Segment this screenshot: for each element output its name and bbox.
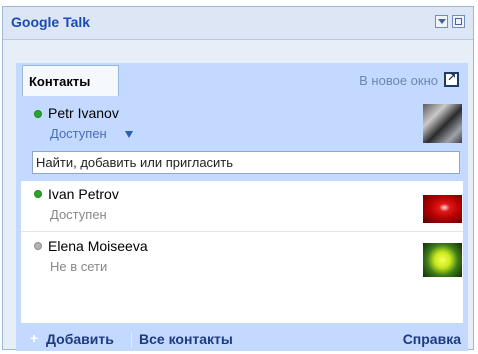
contact-status: Не в сети — [50, 259, 108, 274]
contact-row[interactable]: Elena Moiseeva Не в сети — [21, 233, 463, 283]
plus-icon[interactable]: + — [30, 330, 38, 346]
contact-name: Elena Moiseeva — [48, 238, 148, 254]
contacts-list: Ivan Petrov Доступен Elena Moiseeva Не в… — [21, 181, 463, 323]
help-link[interactable]: Справка — [403, 331, 461, 347]
my-status-dropdown[interactable]: Доступен — [50, 126, 107, 141]
contact-row[interactable]: Ivan Petrov Доступен — [21, 181, 463, 232]
my-name: Petr Ivanov — [48, 105, 119, 121]
tab-contacts[interactable]: Контакты — [22, 65, 119, 96]
my-status-section: Petr Ivanov Доступен — [21, 95, 463, 145]
online-status-icon — [34, 190, 42, 198]
online-status-icon — [34, 110, 42, 118]
my-avatar[interactable] — [423, 104, 462, 143]
contact-avatar — [423, 195, 462, 223]
app-title: Google Talk — [11, 14, 91, 30]
popout-icon[interactable] — [452, 15, 465, 28]
footer-divider — [131, 332, 132, 348]
offline-status-icon — [34, 242, 42, 250]
new-window-link[interactable]: В новое окно — [359, 73, 438, 88]
google-talk-window: Google Talk Контакты В новое окно Petr I… — [2, 6, 474, 351]
title-bar: Google Talk — [3, 7, 473, 40]
chevron-down-icon[interactable] — [125, 131, 133, 138]
contact-avatar — [423, 243, 462, 277]
all-contacts-link[interactable]: Все контакты — [139, 331, 233, 347]
contacts-panel: Контакты В новое окно Petr Ivanov Доступ… — [16, 63, 468, 351]
new-window-icon[interactable] — [444, 71, 459, 87]
contact-name: Ivan Petrov — [48, 186, 119, 202]
footer-bar: + Добавить Все контакты Справка — [16, 329, 468, 351]
minimize-icon[interactable] — [435, 15, 448, 28]
add-contact-link[interactable]: Добавить — [46, 331, 114, 347]
contact-status: Доступен — [50, 207, 107, 222]
search-input[interactable] — [32, 151, 460, 174]
